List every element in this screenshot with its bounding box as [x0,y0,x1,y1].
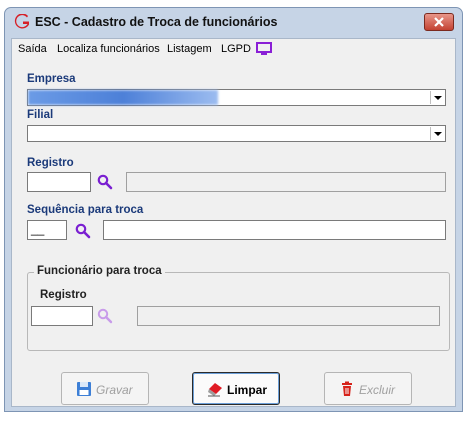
title-bar: ESC - Cadastro de Troca de funcionários [5,8,462,36]
gravar-button[interactable]: Gravar [61,372,149,405]
group-title: Funcionário para troca [34,265,165,277]
trash-icon [342,381,352,396]
eraser-icon [208,383,222,397]
close-button[interactable] [424,13,454,31]
chevron-down-icon[interactable] [430,91,444,104]
filial-label: Filial [27,109,54,121]
save-icon [77,382,91,396]
client-area: Saída Localiza funcionários Listagem LGP… [11,38,456,407]
menu-saida[interactable]: Saída [18,43,47,55]
close-icon [434,17,444,27]
troca-name-display [137,306,440,326]
app-window: ESC - Cadastro de Troca de funcionários … [4,7,463,412]
empresa-select[interactable] [27,89,446,106]
chevron-down-icon[interactable] [430,127,444,140]
app-logo-icon [14,14,29,29]
excluir-button[interactable]: Excluir [324,372,412,405]
registro-input[interactable] [27,172,91,192]
limpar-label: Limpar [227,383,268,397]
sequencia-label: Sequência para troca [27,204,144,216]
filial-select[interactable] [27,125,446,142]
troca-registro-input[interactable] [31,306,93,326]
gravar-label: Gravar [96,383,133,397]
excluir-label: Excluir [359,383,396,397]
menu-bar: Saída Localiza funcionários Listagem LGP… [12,39,455,61]
empresa-label: Empresa [27,73,76,85]
menu-localiza-funcionarios[interactable]: Localiza funcionários [57,43,160,55]
limpar-button[interactable]: Limpar [192,372,280,405]
window-title: ESC - Cadastro de Troca de funcionários [35,15,278,29]
menu-lgpd[interactable]: LGPD [221,43,251,55]
search-icon[interactable] [97,174,113,190]
menu-listagem[interactable]: Listagem [167,43,212,55]
funcionario-troca-group: Funcionário para troca Registro [27,265,450,351]
search-icon[interactable] [75,223,91,239]
monitor-icon[interactable] [256,42,272,56]
search-icon[interactable] [97,308,113,324]
group-registro-label: Registro [40,289,87,301]
sequencia-value: __ [31,222,45,236]
sequencia-description-input[interactable] [103,220,446,240]
empresa-selected-value [28,90,218,105]
registro-name-display [126,172,446,192]
sequencia-input[interactable]: __ [27,220,67,240]
registro-label: Registro [27,157,74,169]
